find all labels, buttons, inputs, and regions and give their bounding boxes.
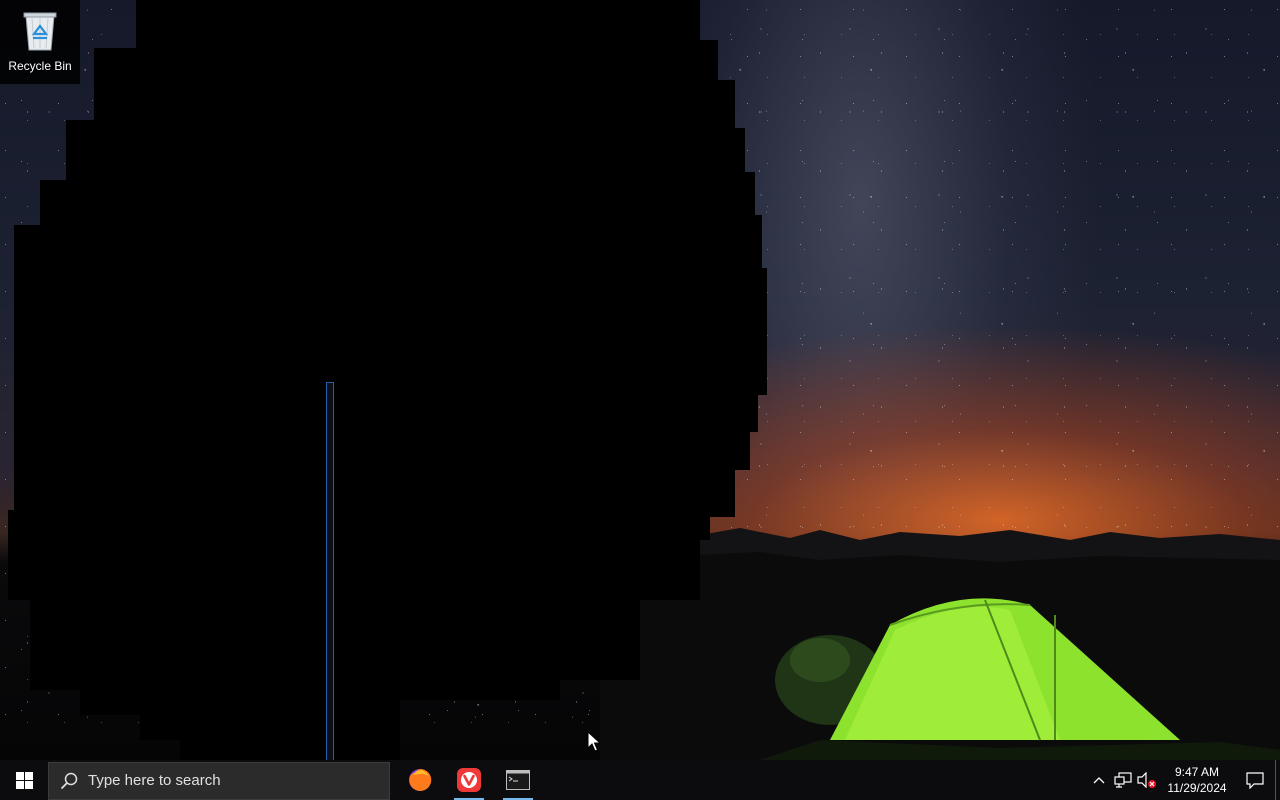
clock-date: 11/29/2024 (1167, 781, 1227, 795)
taskbar-search-box[interactable]: Type here to search (48, 761, 390, 800)
chevron-up-icon (1093, 777, 1105, 784)
dark-window-area[interactable] (0, 0, 1280, 760)
taskbar-apps (392, 760, 542, 800)
search-icon (60, 772, 78, 789)
start-button[interactable] (0, 760, 48, 800)
firefox-icon (409, 768, 432, 791)
clock-time: 9:47 AM (1174, 765, 1220, 779)
system-tray: 9:47 AM 11/29/2024 (1087, 760, 1280, 800)
volume-button[interactable] (1135, 760, 1159, 800)
show-desktop-button[interactable] (1275, 760, 1280, 800)
action-center-button[interactable] (1235, 760, 1275, 800)
action-center-icon (1246, 771, 1264, 789)
windows-logo-icon (15, 771, 33, 789)
volume-muted-icon (1137, 772, 1156, 788)
window-splitter[interactable] (326, 382, 334, 760)
desktop-icon-recycle-bin[interactable]: Recycle Bin (0, 0, 80, 84)
network-icon (1114, 772, 1132, 788)
search-placeholder: Type here to search (88, 772, 221, 789)
vivaldi-icon (457, 768, 481, 792)
network-button[interactable] (1111, 760, 1135, 800)
taskbar-app-firefox[interactable] (396, 760, 444, 800)
taskbar-app-vivaldi[interactable] (445, 760, 493, 800)
taskbar: Type here to search 9:47 AM 11/29/2024 (0, 760, 1280, 800)
show-hidden-icons-button[interactable] (1087, 760, 1111, 800)
mouse-cursor-icon (587, 731, 601, 752)
taskbar-clock[interactable]: 9:47 AM 11/29/2024 (1159, 760, 1235, 800)
desktop-icon-label: Recycle Bin (8, 59, 72, 73)
desktop: Recycle Bin (0, 0, 1280, 760)
recycle-bin-icon (23, 12, 57, 51)
taskbar-app-terminal[interactable] (494, 760, 542, 800)
terminal-icon (506, 770, 530, 790)
